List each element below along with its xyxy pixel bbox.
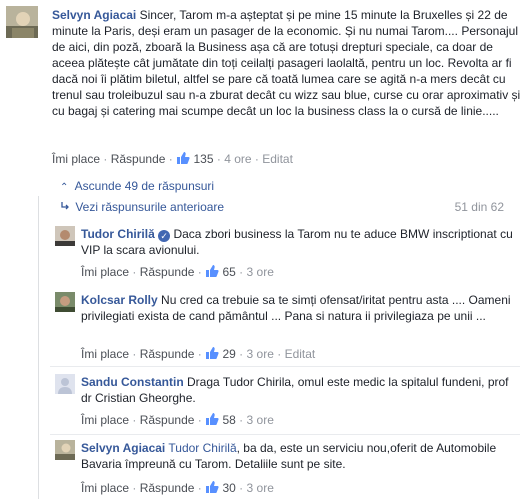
thumbs-up-icon bbox=[206, 413, 219, 425]
thumbs-up-icon bbox=[206, 481, 219, 493]
reply-author[interactable]: Selvyn Agiacai bbox=[81, 441, 165, 455]
like-count[interactable]: 29 bbox=[205, 347, 239, 361]
like-count[interactable]: 65 bbox=[205, 265, 239, 279]
avatar[interactable] bbox=[55, 292, 75, 312]
comment-time[interactable]: 4 ore bbox=[224, 152, 251, 166]
reply-link[interactable]: Răspunde bbox=[140, 481, 195, 495]
mention-link[interactable]: Tudor Chirilă bbox=[168, 441, 236, 455]
comment-text: Sincer, Tarom m-a așteptat și pe mine 15… bbox=[52, 8, 521, 118]
like-link[interactable]: Îmi place bbox=[81, 265, 129, 279]
avatar-image-icon bbox=[55, 292, 75, 312]
reply-time[interactable]: 3 ore bbox=[247, 265, 274, 279]
thumbs-up-icon bbox=[206, 265, 219, 277]
reply-item: Kolcsar Rolly Nu cred ca trebuie sa te s… bbox=[55, 292, 525, 364]
comment-body: Selvyn Agiacai Sincer, Tarom m-a aștepta… bbox=[52, 7, 522, 119]
divider bbox=[50, 366, 520, 367]
hide-replies-link[interactable]: ⌃ Ascunde 49 de răspunsuri bbox=[60, 178, 214, 196]
reply-author[interactable]: Tudor Chirilă bbox=[81, 227, 155, 241]
reply-link[interactable]: Răspunde bbox=[140, 265, 195, 279]
reply-body: Sandu Constantin Draga Tudor Chirila, om… bbox=[81, 374, 521, 406]
like-count[interactable]: 30 bbox=[205, 481, 239, 495]
previous-replies-link[interactable]: Vezi răspunsurile anterioare bbox=[60, 199, 224, 215]
reply-link[interactable]: Răspunde bbox=[140, 347, 195, 361]
reply-body: Kolcsar Rolly Nu cred ca trebuie sa te s… bbox=[81, 292, 521, 324]
thumbs-up-icon bbox=[177, 152, 190, 164]
comment-author[interactable]: Selvyn Agiacai bbox=[52, 8, 136, 22]
chevron-up-icon: ⌃ bbox=[60, 182, 69, 193]
reply-time[interactable]: 3 ore bbox=[247, 413, 274, 427]
verified-badge-icon: ✓ bbox=[158, 230, 171, 242]
like-link[interactable]: Îmi place bbox=[81, 347, 129, 361]
like-link[interactable]: Îmi place bbox=[81, 481, 129, 495]
avatar-image-icon bbox=[55, 440, 75, 460]
avatar-image-icon bbox=[55, 226, 75, 246]
reply-link[interactable]: Răspunde bbox=[140, 413, 195, 427]
reply-actions: Îmi place · Răspunde · 30 · 3 ore bbox=[81, 481, 274, 495]
avatar[interactable] bbox=[55, 226, 75, 246]
reply-body: Selvyn Agiacai Tudor Chirilă, ba da, est… bbox=[81, 440, 521, 472]
comment-actions: Îmi place · Răspunde · 135 · 4 ore · Edi… bbox=[52, 152, 293, 166]
edited-label[interactable]: Editat bbox=[262, 152, 293, 166]
reply-link[interactable]: Răspunde bbox=[111, 152, 166, 166]
reply-author[interactable]: Kolcsar Rolly bbox=[81, 293, 158, 307]
thread-line bbox=[38, 196, 39, 499]
like-count[interactable]: 58 bbox=[205, 413, 239, 427]
reply-body: Tudor Chirilă ✓ Daca zbori business la T… bbox=[81, 226, 521, 258]
like-link[interactable]: Îmi place bbox=[52, 152, 100, 166]
avatar[interactable] bbox=[55, 440, 75, 460]
edited-label[interactable]: Editat bbox=[285, 347, 316, 361]
reply-author[interactable]: Sandu Constantin bbox=[81, 375, 184, 389]
reply-item: Sandu Constantin Draga Tudor Chirila, om… bbox=[55, 374, 525, 432]
thumbs-up-icon bbox=[206, 347, 219, 359]
reply-item: Tudor Chirilă ✓ Daca zbori business la T… bbox=[55, 226, 525, 286]
reply-time[interactable]: 3 ore bbox=[247, 481, 274, 495]
avatar[interactable] bbox=[6, 6, 38, 38]
avatar[interactable] bbox=[55, 374, 75, 394]
reply-counter: 51 din 62 bbox=[454, 200, 504, 214]
reply-arrow-icon bbox=[60, 199, 72, 215]
reply-actions: Îmi place · Răspunde · 29 · 3 ore · Edit… bbox=[81, 347, 316, 361]
avatar-image-icon bbox=[6, 6, 38, 38]
like-link[interactable]: Îmi place bbox=[81, 413, 129, 427]
reply-actions: Îmi place · Răspunde · 58 · 3 ore bbox=[81, 413, 274, 427]
main-comment: Selvyn Agiacai Sincer, Tarom m-a aștepta… bbox=[0, 0, 528, 175]
reply-time[interactable]: 3 ore bbox=[247, 347, 274, 361]
default-avatar-icon bbox=[55, 374, 75, 394]
reply-actions: Îmi place · Răspunde · 65 · 3 ore bbox=[81, 265, 274, 279]
reply-item: Selvyn Agiacai Tudor Chirilă, ba da, est… bbox=[55, 440, 525, 498]
divider bbox=[50, 434, 520, 435]
like-count[interactable]: 135 bbox=[176, 152, 217, 166]
